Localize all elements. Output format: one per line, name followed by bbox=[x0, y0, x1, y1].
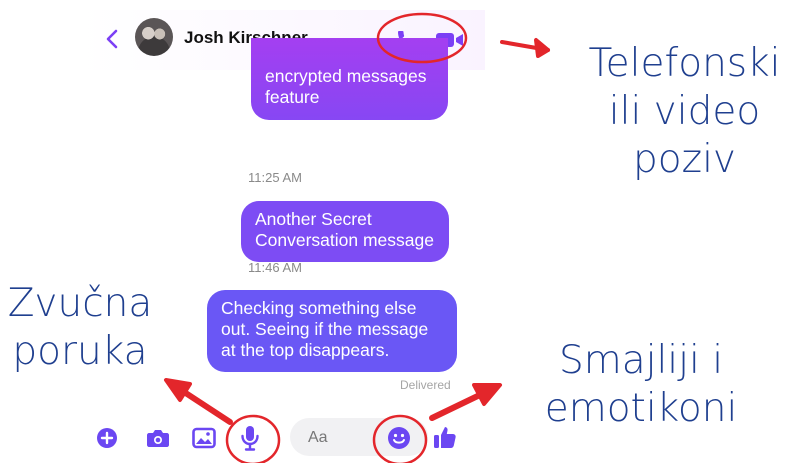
call-annotation: Telefonski ili video poziv bbox=[588, 41, 781, 182]
voice-annotation: Zvučna poruka bbox=[7, 281, 153, 374]
call-buttons-highlight bbox=[376, 12, 468, 64]
emoji-annotation: Smajliji i emotikoni bbox=[544, 338, 738, 431]
mic-highlight bbox=[225, 414, 281, 463]
emoji-highlight bbox=[372, 414, 428, 463]
